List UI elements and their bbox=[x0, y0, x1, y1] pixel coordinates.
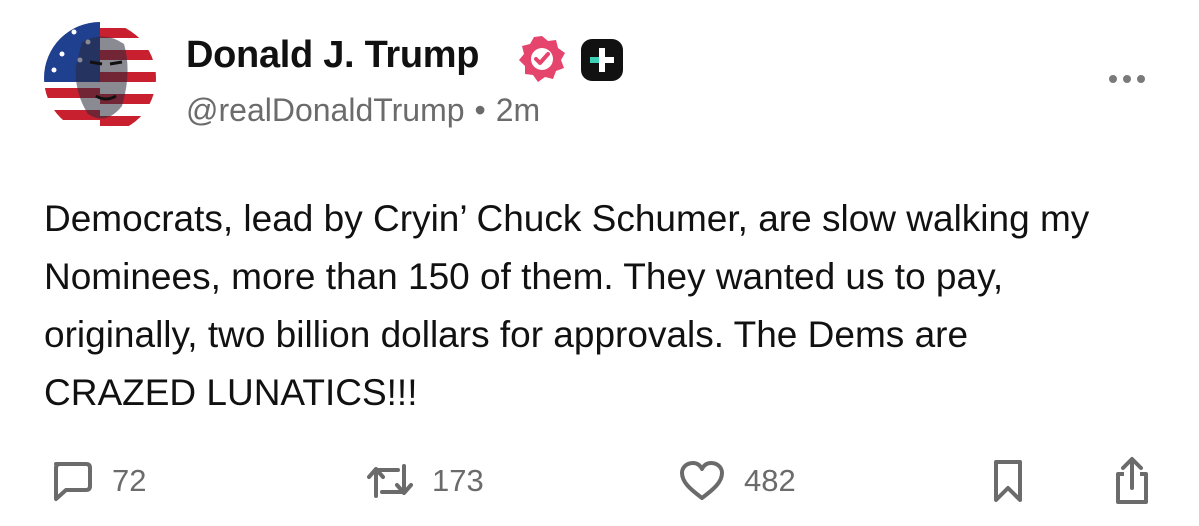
timestamp[interactable]: 2m bbox=[496, 92, 540, 128]
heart-icon bbox=[680, 461, 724, 500]
bookmark-button[interactable] bbox=[990, 456, 1026, 506]
handle-line: @realDonaldTrump • 2m bbox=[186, 92, 540, 129]
plus-badge-icon bbox=[579, 37, 625, 83]
more-icon bbox=[1109, 75, 1145, 83]
handle[interactable]: @realDonaldTrump bbox=[186, 92, 465, 128]
repost-count: 173 bbox=[432, 463, 484, 498]
bookmark-icon bbox=[994, 460, 1022, 502]
share-button[interactable] bbox=[1112, 456, 1152, 506]
repost-icon bbox=[367, 464, 413, 498]
display-name[interactable]: Donald J. Trump bbox=[186, 34, 480, 77]
reply-icon bbox=[54, 462, 92, 501]
share-icon bbox=[1116, 457, 1148, 504]
reply-button[interactable]: 72 bbox=[48, 456, 146, 506]
more-options-button[interactable] bbox=[1103, 64, 1151, 94]
repost-button[interactable]: 173 bbox=[366, 456, 484, 506]
like-button[interactable]: 482 bbox=[678, 456, 796, 506]
separator-dot: • bbox=[474, 92, 486, 128]
reply-count: 72 bbox=[112, 463, 147, 498]
like-count: 482 bbox=[744, 463, 796, 498]
post-card: Donald J. Trump @realDonaldTrump • 2m Demo… bbox=[0, 0, 1199, 526]
verified-badge-icon bbox=[517, 34, 567, 84]
avatar[interactable] bbox=[44, 22, 156, 134]
avatar-image bbox=[44, 22, 156, 134]
post-text: Democrats, lead by Cryin’ Chuck Schumer,… bbox=[44, 198, 1090, 413]
